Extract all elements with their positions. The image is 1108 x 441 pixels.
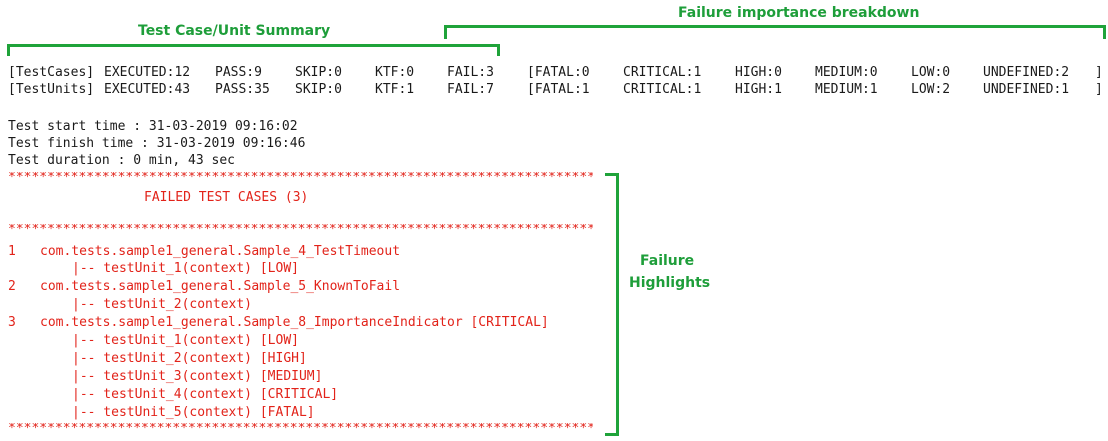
fatal-count: [FATAL:1 [527, 82, 590, 97]
failed-case-name: com.tests.sample1_general.Sample_5_Known… [40, 279, 401, 294]
failed-unit: |-- testUnit_3(context) [MEDIUM] [72, 369, 323, 384]
test-start-time: Test start time : 31-03-2019 09:16:02 [8, 119, 298, 134]
ktf-count: KTF:1 [375, 82, 415, 97]
summary-annotation: Test Case/Unit Summary [138, 23, 331, 39]
failed-test-cases-header: FAILED TEST CASES (3) [144, 190, 309, 205]
high-count: HIGH:1 [735, 82, 782, 97]
highlights-bracket [605, 173, 619, 436]
failed-unit: |-- testUnit_5(context) [FATAL] [72, 405, 315, 420]
failed-case-number: 1 [8, 244, 16, 259]
row-label: [TestUnits] [8, 82, 95, 97]
separator-stars-middle: ****************************************… [8, 224, 593, 236]
failed-case-name: com.tests.sample1_general.Sample_8_Impor… [40, 315, 549, 330]
row-label: [TestCases] [8, 65, 95, 80]
failed-unit: |-- testUnit_4(context) [CRITICAL] [72, 387, 339, 402]
executed-count: EXECUTED:43 [104, 82, 191, 97]
medium-count: MEDIUM:1 [815, 82, 878, 97]
low-count: LOW:0 [911, 65, 951, 80]
failed-unit: |-- testUnit_1(context) [LOW] [72, 333, 299, 348]
executed-count: EXECUTED:12 [104, 65, 191, 80]
critical-count: CRITICAL:1 [623, 82, 702, 97]
row-close-bracket: ] [1095, 65, 1103, 80]
failed-case-number: 3 [8, 315, 16, 330]
failed-case-number: 2 [8, 279, 16, 294]
low-count: LOW:2 [911, 82, 951, 97]
high-count: HIGH:0 [735, 65, 782, 80]
medium-count: MEDIUM:0 [815, 65, 878, 80]
failed-unit: |-- testUnit_2(context) [72, 297, 253, 312]
highlights-annotation-line2: Highlights [629, 275, 711, 291]
undefined-count: UNDEFINED:1 [983, 82, 1070, 97]
test-finish-time: Test finish time : 31-03-2019 09:16:46 [8, 136, 306, 151]
failed-unit: |-- testUnit_2(context) [HIGH] [72, 351, 307, 366]
summary-bracket [7, 44, 500, 56]
highlights-annotation-line1: Failure [640, 253, 695, 269]
failed-case-name: com.tests.sample1_general.Sample_4_TestT… [40, 244, 401, 259]
fail-count: FAIL:3 [447, 65, 494, 80]
pass-count: PASS:9 [215, 65, 262, 80]
skip-count: SKIP:0 [295, 65, 342, 80]
separator-stars-bottom: ****************************************… [8, 423, 593, 435]
separator-stars-top: ****************************************… [8, 172, 593, 184]
summary-row-testunits: [TestUnits] EXECUTED:43 PASS:35 SKIP:0 K… [8, 81, 1103, 98]
fatal-count: [FATAL:0 [527, 65, 590, 80]
breakdown-annotation: Failure importance breakdown [678, 5, 920, 21]
breakdown-bracket [444, 25, 1106, 39]
test-duration: Test duration : 0 min, 43 sec [8, 153, 235, 168]
undefined-count: UNDEFINED:2 [983, 65, 1070, 80]
critical-count: CRITICAL:1 [623, 65, 702, 80]
ktf-count: KTF:0 [375, 65, 415, 80]
summary-row-testcases: [TestCases] EXECUTED:12 PASS:9 SKIP:0 KT… [8, 64, 1103, 81]
row-close-bracket: ] [1095, 82, 1103, 97]
skip-count: SKIP:0 [295, 82, 342, 97]
pass-count: PASS:35 [215, 82, 270, 97]
fail-count: FAIL:7 [447, 82, 494, 97]
failed-unit: |-- testUnit_1(context) [LOW] [72, 261, 299, 276]
